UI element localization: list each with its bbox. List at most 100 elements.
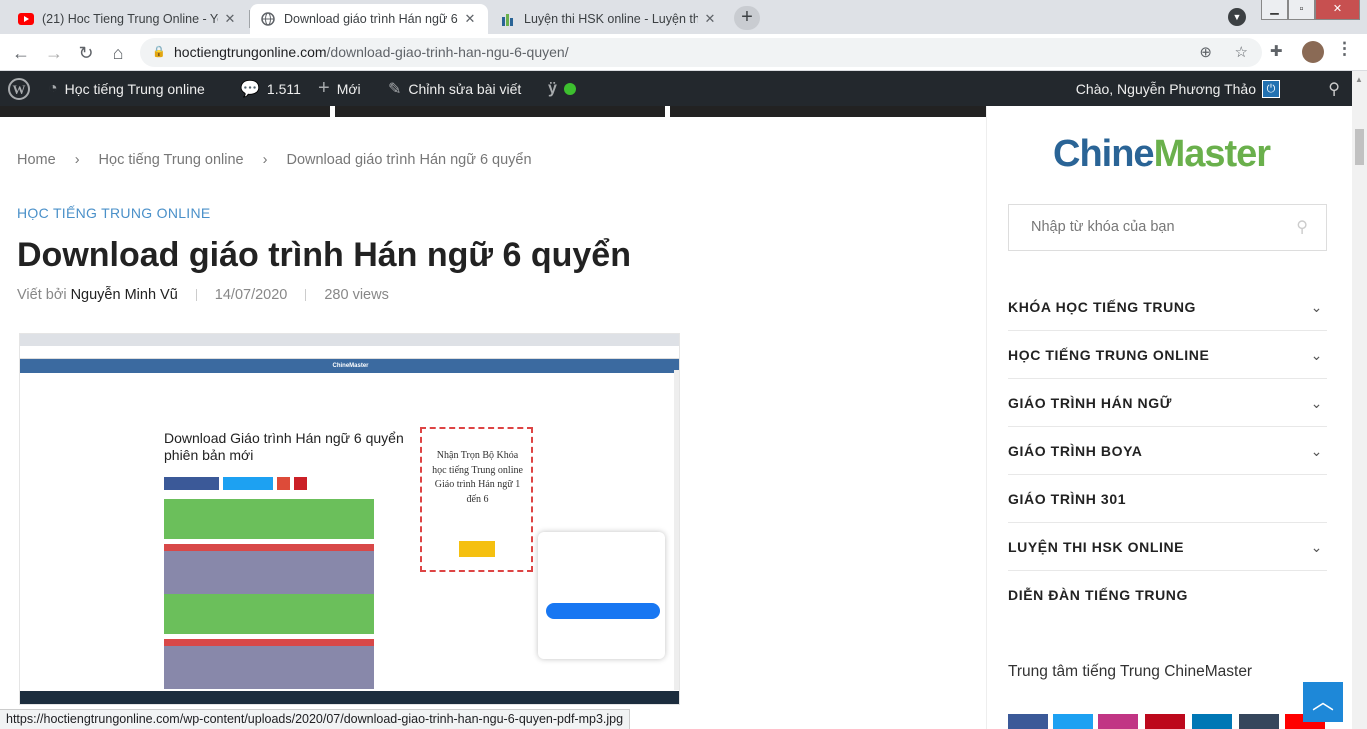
plus-icon: +: [318, 77, 330, 99]
reload-icon[interactable]: ↻: [73, 40, 99, 66]
home-icon[interactable]: ⌂: [105, 40, 131, 66]
search-icon[interactable]: ⚲: [1296, 205, 1308, 250]
featured-image[interactable]: ChineMaster Download Giáo trình Hán ngữ …: [19, 333, 680, 705]
image-strip: [0, 106, 986, 117]
url-path: /download-giao-trinh-han-ngu-6-quyen/: [326, 44, 569, 60]
tab-title: Luyện thi HSK online - Luyện thi: [524, 12, 698, 26]
screenshot-taskbar: [20, 691, 679, 704]
facebook-icon: [164, 477, 219, 490]
breadcrumb: Home › Học tiếng Trung online › Download giá…: [17, 152, 551, 168]
screenshot-address-bar: [20, 346, 679, 359]
yoast-icon: ÿ: [548, 79, 557, 97]
search-placeholder: Nhập từ khóa của bạn: [1031, 219, 1175, 235]
minimize-button[interactable]: ▁: [1261, 0, 1288, 20]
sidebar-item-dien-dan[interactable]: DIỄN ĐÀN TIẾNG TRUNG: [1008, 571, 1327, 619]
scroll-up-icon[interactable]: ▲: [1355, 75, 1363, 84]
site-name-label: Học tiếng Trung online: [64, 80, 205, 97]
post-author[interactable]: Nguyễn Minh Vũ: [71, 287, 178, 303]
bookmark-star-icon[interactable]: ☆: [1235, 38, 1248, 67]
linkedin-icon[interactable]: [1192, 714, 1232, 729]
dashboard-icon: ◔: [48, 79, 58, 97]
browser-tab-bar: (21) Hoc Tieng Trung Online - Yo ✕ Downl…: [0, 0, 1367, 34]
status-bar-url: https://hoctiengtrungonline.com/wp-conte…: [0, 709, 631, 729]
tab-title: Download giáo trình Hán ngữ 6 q: [284, 12, 458, 26]
wp-comments[interactable]: 💬 1.511: [240, 71, 301, 106]
close-icon[interactable]: ✕: [462, 11, 478, 27]
forward-icon[interactable]: →: [41, 40, 67, 66]
facebook-icon[interactable]: [1008, 714, 1048, 729]
twitter-icon[interactable]: [1053, 714, 1093, 729]
new-label: Mới: [336, 80, 361, 97]
close-window-button[interactable]: ✕: [1315, 0, 1360, 20]
close-icon[interactable]: ✕: [702, 11, 718, 27]
close-icon[interactable]: ✕: [222, 11, 238, 27]
post-meta: Viết bởi Nguyễn Minh Vũ 14/07/2020 280 v…: [17, 287, 389, 303]
extensions-icon[interactable]: ✚: [1270, 42, 1283, 60]
screenshot-promo-box: Nhận Trọn Bộ Khóa học tiếng Trung online…: [420, 427, 533, 572]
zoom-icon[interactable]: ⊕: [1199, 38, 1212, 67]
strip-image[interactable]: [670, 106, 986, 117]
wordpress-icon[interactable]: W: [8, 71, 30, 106]
new-tab-button[interactable]: +: [734, 6, 760, 30]
sidebar-item-hsk[interactable]: LUYỆN THI HSK ONLINE ⌄: [1008, 523, 1327, 571]
breadcrumb-separator: ›: [74, 152, 80, 168]
book-cover-column: [304, 499, 374, 689]
scrollbar-thumb[interactable]: [1355, 129, 1364, 165]
tumblr-icon[interactable]: [1239, 714, 1279, 729]
promo-text: Nhận Trọn Bộ Khóa học tiếng Trung online…: [432, 450, 523, 505]
tab-title: (21) Hoc Tieng Trung Online - Yo: [42, 12, 218, 26]
tab-hsk[interactable]: Luyện thi HSK online - Luyện thi ✕: [490, 4, 728, 34]
chevron-down-icon[interactable]: ⌄: [1311, 331, 1323, 379]
wp-new[interactable]: + Mới: [318, 71, 361, 106]
search-icon[interactable]: ⚲: [1328, 79, 1340, 99]
browser-toolbar: ← → ↻ ⌂ 🔒 hoctiengtrungonline.com/downlo…: [0, 34, 1367, 71]
screenshot-logo: ChineMaster: [20, 359, 679, 373]
chevron-down-icon[interactable]: ⌄: [1311, 283, 1323, 331]
google-plus-icon: [277, 477, 290, 490]
sidebar-item-khoa-hoc[interactable]: KHÓA HỌC TIẾNG TRUNG ⌄: [1008, 283, 1327, 331]
post-category[interactable]: HỌC TIẾNG TRUNG ONLINE: [17, 205, 211, 221]
sidebar-item-301[interactable]: GIÁO TRÌNH 301: [1008, 475, 1327, 523]
search-input[interactable]: Nhập từ khóa của bạn ⚲: [1008, 204, 1327, 251]
post-views: 280 views: [324, 287, 389, 303]
tab-search-icon[interactable]: ▼: [1228, 8, 1246, 26]
sidebar-item-han-ngu[interactable]: GIÁO TRÌNH HÁN NGỮ ⌄: [1008, 379, 1327, 427]
breadcrumb-category[interactable]: Học tiếng Trung online: [99, 152, 244, 168]
screenshot-scrollbar: [674, 370, 679, 690]
wp-yoast[interactable]: ÿ: [548, 71, 576, 106]
page-scrollbar[interactable]: ▲: [1352, 71, 1367, 729]
lock-icon: 🔒: [152, 46, 166, 58]
breadcrumb-home[interactable]: Home: [17, 152, 56, 168]
wp-admin-bar: W ◔ Học tiếng Trung online 💬 1.511 + Mới…: [0, 71, 1352, 106]
page-title: Download giáo trình Hán ngữ 6 quyển: [17, 236, 631, 274]
book-cover-column: [234, 499, 304, 689]
strip-image[interactable]: [0, 106, 330, 117]
chevron-down-icon[interactable]: ⌄: [1311, 427, 1323, 475]
twitter-icon: [223, 477, 273, 490]
browser-menu-icon[interactable]: ⋮: [1336, 39, 1353, 59]
site-logo[interactable]: ChineMaster: [1053, 133, 1271, 176]
back-icon[interactable]: ←: [8, 40, 34, 66]
sidebar-item-boya[interactable]: GIÁO TRÌNH BOYA ⌄: [1008, 427, 1327, 475]
tab-youtube[interactable]: (21) Hoc Tieng Trung Online - Yo ✕: [8, 4, 248, 34]
avatar[interactable]: [1302, 41, 1324, 63]
sidebar-item-hoc-online[interactable]: HỌC TIẾNG TRUNG ONLINE ⌄: [1008, 331, 1327, 379]
wp-site-name[interactable]: ◔ Học tiếng Trung online: [48, 71, 205, 106]
chevron-down-icon[interactable]: ⌄: [1311, 379, 1323, 427]
tab-download[interactable]: Download giáo trình Hán ngữ 6 q ✕: [250, 4, 488, 34]
strip-image[interactable]: [335, 106, 665, 117]
book-cover-column: [164, 499, 234, 689]
screenshot-tabs: [20, 334, 679, 346]
address-bar[interactable]: 🔒 hoctiengtrungonline.com/download-giao-…: [140, 38, 1262, 67]
chevron-down-icon[interactable]: ⌄: [1311, 523, 1323, 571]
pinterest-icon[interactable]: [1145, 714, 1185, 729]
back-to-top-button[interactable]: ︿: [1303, 682, 1343, 722]
comment-icon: 💬: [240, 80, 260, 98]
wp-edit-post[interactable]: ✎ Chỉnh sửa bài viết: [388, 71, 521, 106]
pinterest-icon: [294, 477, 307, 490]
url-host: hoctiengtrungonline.com: [174, 44, 327, 60]
wp-user-menu[interactable]: Chào, Nguyễn Phương Thảo ⏻: [1076, 71, 1280, 106]
maximize-button[interactable]: ▫: [1288, 0, 1315, 20]
instagram-icon[interactable]: [1098, 714, 1138, 729]
screenshot-share-buttons: [164, 477, 314, 490]
